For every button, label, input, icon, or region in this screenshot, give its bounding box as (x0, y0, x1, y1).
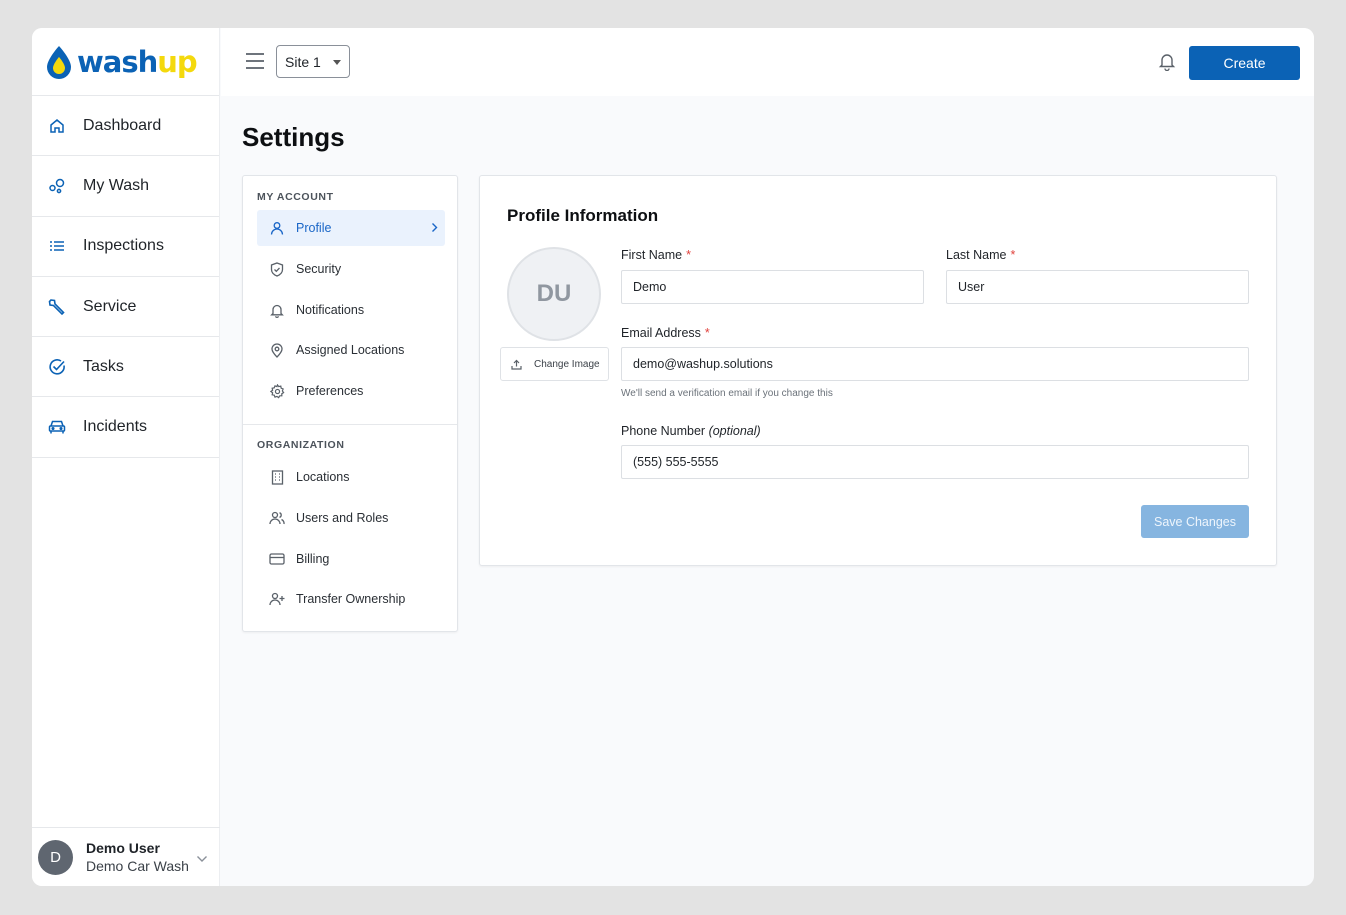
bell-icon (269, 302, 285, 318)
water-drop-icon (47, 45, 71, 79)
profile-avatar: DU (507, 247, 601, 341)
credit-card-icon (269, 551, 285, 567)
app-window: washup Dashboard My Wash Inspections Ser… (32, 28, 1314, 886)
sidebar-item-label: Incidents (83, 418, 148, 436)
settings-item-label: Profile (296, 221, 332, 235)
save-changes-button[interactable]: Save Changes (1141, 505, 1249, 538)
chevron-right-icon (431, 222, 438, 236)
shield-icon (269, 261, 285, 277)
settings-item-label: Locations (296, 470, 350, 484)
settings-item-label: Security (296, 262, 342, 276)
email-field[interactable]: demo@washup.solutions (621, 347, 1249, 381)
settings-item-label: Assigned Locations (296, 343, 405, 357)
settings-item-notifications[interactable]: Notifications (257, 292, 445, 328)
home-icon (48, 117, 66, 135)
settings-item-label: Transfer Ownership (296, 592, 406, 606)
settings-item-security[interactable]: Security (257, 251, 445, 287)
settings-item-label: Billing (296, 552, 330, 566)
car-icon (48, 418, 66, 436)
first-name-field[interactable]: Demo (621, 270, 924, 304)
gear-icon (269, 383, 285, 399)
bell-icon[interactable] (1158, 52, 1176, 76)
settings-item-profile[interactable]: Profile (257, 210, 445, 246)
sidebar-item-tasks[interactable]: Tasks (32, 337, 219, 398)
hamburger-menu-icon[interactable] (245, 52, 265, 75)
user-organization: Demo Car Wash (86, 858, 189, 874)
settings-item-billing[interactable]: Billing (257, 541, 445, 577)
chevron-down-icon (196, 850, 208, 868)
phone-field[interactable]: (555) 555-5555 (621, 445, 1249, 479)
menu-divider (243, 424, 457, 425)
settings-item-label: Preferences (296, 384, 364, 398)
sidebar-item-label: Dashboard (83, 116, 162, 134)
check-circle-icon (48, 358, 66, 376)
top-bar: Site 1 Create (221, 28, 1314, 96)
change-image-button[interactable]: Change Image (500, 347, 609, 381)
required-mark: * (704, 326, 710, 340)
site-select-value: Site 1 (285, 53, 321, 70)
required-mark: * (1010, 248, 1016, 262)
settings-menu: MY ACCOUNT Profile Security Notification… (242, 175, 458, 632)
sidebar-item-label: Tasks (83, 357, 124, 375)
sidebar-item-inspections[interactable]: Inspections (32, 217, 219, 277)
logo-wordmark: washup (77, 44, 198, 79)
sidebar: washup Dashboard My Wash Inspections Ser… (32, 28, 220, 886)
sidebar-item-incidents[interactable]: Incidents (32, 397, 219, 458)
user-plus-icon (269, 591, 285, 607)
settings-item-preferences[interactable]: Preferences (257, 373, 445, 409)
list-icon (48, 237, 66, 255)
change-image-label: Change Image (534, 358, 600, 370)
user-menu[interactable]: D Demo User Demo Car Wash (32, 827, 220, 886)
user-name: Demo User (86, 840, 160, 856)
card-title: Profile Information (507, 206, 659, 225)
map-pin-icon (269, 342, 285, 358)
email-label: Email Address * (621, 326, 710, 340)
settings-item-label: Notifications (296, 303, 365, 317)
users-icon (269, 510, 285, 526)
sidebar-item-label: Inspections (83, 237, 164, 255)
last-name-field[interactable]: User (946, 270, 1249, 304)
settings-item-users-and-roles[interactable]: Users and Roles (257, 500, 445, 536)
building-icon (269, 469, 285, 485)
email-helper-text: We'll send a verification email if you c… (621, 388, 833, 399)
last-name-label: Last Name * (946, 248, 1016, 262)
sidebar-item-my-wash[interactable]: My Wash (32, 156, 219, 217)
required-mark: * (686, 248, 691, 262)
upload-icon (511, 359, 522, 370)
profile-card: Profile Information DU Change Image Firs… (479, 175, 1277, 566)
sidebar-item-label: Service (83, 297, 137, 315)
page-title: Settings (242, 122, 345, 152)
avatar: D (38, 839, 73, 875)
settings-item-assigned-locations[interactable]: Assigned Locations (257, 332, 445, 368)
create-button[interactable]: Create (1189, 46, 1300, 80)
washup-logo[interactable]: washup (32, 28, 219, 96)
settings-item-transfer-ownership[interactable]: Transfer Ownership (257, 581, 445, 617)
sidebar-item-service[interactable]: Service (32, 277, 219, 338)
settings-item-label: Users and Roles (296, 511, 389, 525)
organization-heading: ORGANIZATION (257, 439, 345, 451)
site-select[interactable]: Site 1 (276, 45, 350, 78)
phone-label: Phone Number (optional) (621, 424, 761, 438)
user-icon (269, 220, 285, 236)
caret-down-icon (333, 60, 341, 65)
bubbles-icon (48, 177, 66, 195)
optional-mark: (optional) (708, 424, 761, 438)
wrench-icon (48, 298, 66, 316)
sidebar-item-label: My Wash (83, 176, 150, 194)
settings-item-locations[interactable]: Locations (257, 459, 445, 495)
sidebar-item-dashboard[interactable]: Dashboard (32, 96, 219, 157)
first-name-label: First Name * (621, 248, 691, 262)
my-account-heading: MY ACCOUNT (257, 191, 334, 203)
